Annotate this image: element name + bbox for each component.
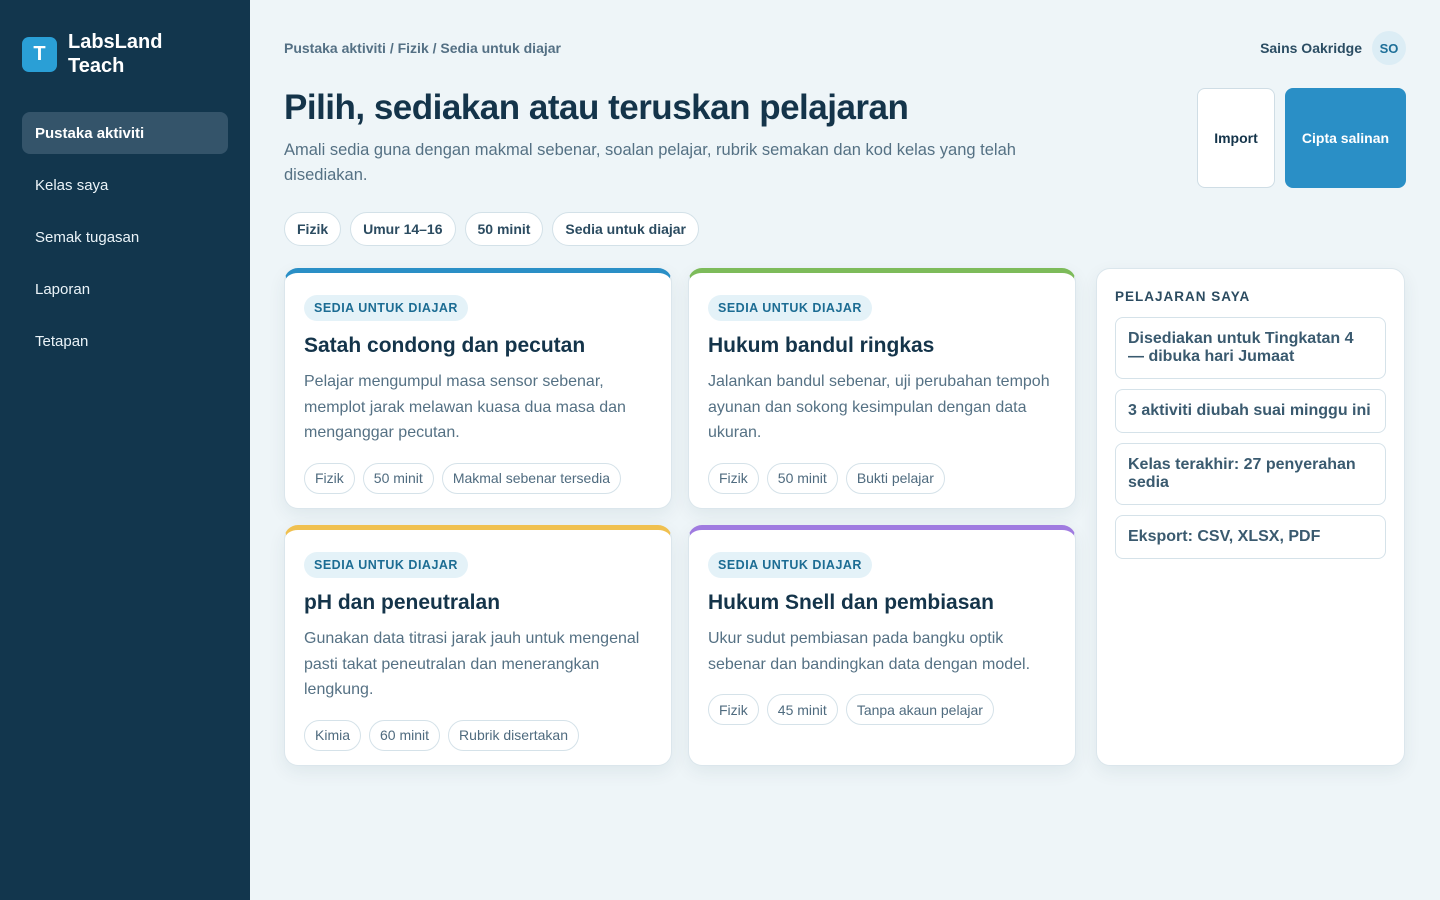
card-tag: Fizik — [708, 462, 759, 494]
activity-grid: SEDIA UNTUK DIAJAR Satah condong dan pec… — [284, 268, 1076, 766]
status-badge: SEDIA UNTUK DIAJAR — [304, 552, 468, 578]
card-tag: Rubrik disertakan — [448, 719, 579, 751]
sidebar-item-settings[interactable]: Tetapan — [22, 320, 228, 362]
sidebar-item-review-assignments[interactable]: Semak tugasan — [22, 216, 228, 258]
brand-logo-icon: T — [22, 36, 57, 72]
page-subtitle: Amali sedia guna dengan makmal sebenar, … — [284, 141, 1016, 184]
card-tag: Bukti pelajar — [845, 462, 945, 494]
sidebar-item-reports[interactable]: Laporan — [22, 268, 228, 310]
card-tags: Fizik 50 minit Makmal sebenar tersedia — [304, 462, 652, 494]
page-header: Pilih, sediakan atau teruskan pelajaran … — [284, 88, 1406, 188]
card-tag: 50 minit — [362, 462, 434, 494]
brand-name-line2: Teach — [68, 55, 125, 77]
import-button[interactable]: Import — [1197, 88, 1275, 188]
card-tag: Kimia — [304, 719, 362, 751]
card-tags: Kimia 60 minit Rubrik disertakan — [304, 719, 652, 751]
sidebar: T LabsLand Teach Pustaka aktiviti Kelas … — [0, 0, 250, 900]
breadcrumb[interactable]: Pustaka aktiviti / Fizik / Sedia untuk d… — [284, 40, 561, 56]
sidebar-item-my-classes[interactable]: Kelas saya — [22, 164, 228, 206]
card-title: Hukum bandul ringkas — [708, 334, 935, 357]
status-badge: SEDIA UNTUK DIAJAR — [708, 295, 872, 321]
card-description: Pelajar mengumpul masa sensor sebenar, m… — [304, 373, 626, 441]
user-name: Sains Oakridge — [1260, 40, 1362, 56]
panel-item[interactable]: Disediakan untuk Tingkatan 4 — dibuka ha… — [1115, 317, 1386, 379]
brand[interactable]: T LabsLand Teach — [22, 30, 228, 78]
card-tags: Fizik 45 minit Tanpa akaun pelajar — [708, 694, 1056, 725]
create-copy-button[interactable]: Cipta salinan — [1285, 88, 1406, 188]
card-tag: Makmal sebenar tersedia — [441, 462, 621, 494]
main-content: Pustaka aktiviti / Fizik / Sedia untuk d… — [250, 0, 1440, 900]
activity-card[interactable]: SEDIA UNTUK DIAJAR Satah condong dan pec… — [284, 268, 672, 509]
user-menu[interactable]: Sains Oakridge SO — [1260, 31, 1406, 65]
card-tag: Tanpa akaun pelajar — [845, 694, 994, 725]
brand-name-line1: LabsLand — [68, 31, 163, 53]
filter-chip-status[interactable]: Sedia untuk diajar — [552, 212, 700, 246]
activity-card[interactable]: SEDIA UNTUK DIAJAR Hukum bandul ringkas … — [688, 268, 1076, 509]
activity-card[interactable]: SEDIA UNTUK DIAJAR Hukum Snell dan pembi… — [688, 525, 1076, 766]
filter-chip-duration[interactable]: 50 minit — [464, 212, 544, 246]
card-title: Hukum Snell dan pembiasan — [708, 591, 994, 614]
status-badge: SEDIA UNTUK DIAJAR — [304, 295, 468, 321]
my-lessons-panel: PELAJARAN SAYA Disediakan untuk Tingkata… — [1096, 268, 1405, 766]
filter-chip-age[interactable]: Umur 14–16 — [350, 212, 456, 246]
content-area: SEDIA UNTUK DIAJAR Satah condong dan pec… — [284, 268, 1406, 766]
card-tag: 45 minit — [766, 694, 838, 725]
avatar[interactable]: SO — [1372, 31, 1406, 65]
card-tag: 60 minit — [369, 719, 441, 751]
card-description: Gunakan data titrasi jarak jauh untuk me… — [304, 630, 640, 698]
topbar: Pustaka aktiviti / Fizik / Sedia untuk d… — [284, 31, 1406, 65]
activity-card[interactable]: SEDIA UNTUK DIAJAR pH dan peneutralan Gu… — [284, 525, 672, 766]
panel-item[interactable]: Kelas terakhir: 27 penyerahan sedia — [1115, 443, 1386, 505]
card-title: Satah condong dan pecutan — [304, 334, 586, 357]
card-description: Jalankan bandul sebenar, uji perubahan t… — [708, 373, 1050, 441]
page-title: Pilih, sediakan atau teruskan pelajaran — [284, 88, 909, 127]
filter-chips: Fizik Umur 14–16 50 minit Sedia untuk di… — [284, 212, 1406, 246]
card-tag: Fizik — [304, 462, 355, 494]
filter-chip-subject[interactable]: Fizik — [284, 212, 342, 246]
sidebar-item-activity-library[interactable]: Pustaka aktiviti — [22, 112, 228, 154]
card-title: pH dan peneutralan — [304, 591, 501, 614]
panel-item[interactable]: Eksport: CSV, XLSX, PDF — [1115, 515, 1386, 559]
status-badge: SEDIA UNTUK DIAJAR — [708, 552, 872, 578]
card-description: Ukur sudut pembiasan pada bangku optik s… — [708, 630, 1031, 673]
panel-item[interactable]: 3 aktiviti diubah suai minggu ini — [1115, 389, 1386, 433]
panel-title: PELAJARAN SAYA — [1115, 289, 1251, 304]
sidebar-nav: Pustaka aktiviti Kelas saya Semak tugasa… — [22, 112, 228, 362]
header-actions: Import Cipta salinan — [1197, 88, 1406, 188]
card-tags: Fizik 50 minit Bukti pelajar — [708, 462, 1056, 494]
card-tag: 50 minit — [766, 462, 838, 494]
card-tag: Fizik — [708, 694, 759, 725]
